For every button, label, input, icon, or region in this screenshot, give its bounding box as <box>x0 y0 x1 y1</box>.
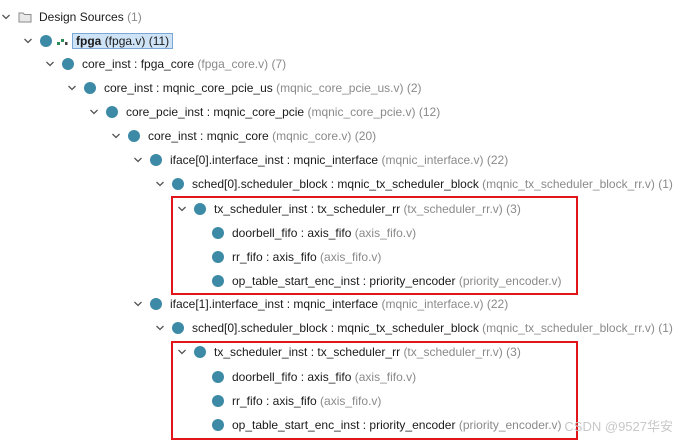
chevron-down-icon[interactable] <box>154 322 166 334</box>
node-file: (mqnic_tx_scheduler_block_rr.v) <box>482 321 655 335</box>
node-name: iface[1].interface_inst : mqnic_interfac… <box>170 297 379 311</box>
node-name: fpga <box>76 34 102 48</box>
module-icon <box>62 58 74 70</box>
node-file: (mqnic_core_pcie.v) <box>307 105 416 119</box>
tree-node[interactable]: core_inst : mqnic_core_pcie_us (mqnic_co… <box>66 77 422 99</box>
module-icon <box>84 82 96 94</box>
node-file: (mqnic_core.v) <box>272 129 352 143</box>
selected-top-module[interactable]: fpga (fpga.v) (11) <box>72 33 174 49</box>
node-file: (mqnic_interface.v) <box>381 297 484 311</box>
chevron-down-icon[interactable] <box>132 154 144 166</box>
chevron-down-icon[interactable] <box>22 35 34 47</box>
root-count: (1) <box>127 10 142 24</box>
module-icon <box>172 322 184 334</box>
node-count: (22) <box>486 297 509 311</box>
node-name: core_pcie_inst : mqnic_core_pcie <box>126 105 305 119</box>
chevron-down-icon[interactable] <box>44 58 56 70</box>
chevron-down-icon[interactable] <box>110 130 122 142</box>
node-name: sched[0].scheduler_block : mqnic_tx_sche… <box>192 177 479 191</box>
node-file: (fpga_core.v) <box>197 57 269 71</box>
watermark: CSDN @9527华安 <box>564 419 673 434</box>
node-count: (1) <box>658 177 673 191</box>
top-module-icon <box>56 35 68 47</box>
tree-root-design-sources[interactable]: Design Sources (1) <box>0 6 142 28</box>
node-count: (12) <box>418 105 441 119</box>
node-count: (20) <box>354 129 377 143</box>
node-count: (11) <box>148 34 170 48</box>
tree-node-fpga[interactable]: fpga (fpga.v) (11) <box>22 30 174 52</box>
module-icon <box>106 106 118 118</box>
module-icon <box>150 298 162 310</box>
node-count: (2) <box>406 81 422 95</box>
tree-node[interactable]: core_inst : fpga_core (fpga_core.v) (7) <box>44 53 286 75</box>
node-name: sched[0].scheduler_block : mqnic_tx_sche… <box>192 321 479 335</box>
chevron-down-icon[interactable] <box>88 106 100 118</box>
tree-node[interactable]: sched[0].scheduler_block : mqnic_tx_sche… <box>154 317 673 339</box>
tree-node[interactable]: sched[0].scheduler_block : mqnic_tx_sche… <box>154 173 673 195</box>
node-count: (7) <box>271 57 287 71</box>
node-count: (1) <box>658 321 673 335</box>
tree-node[interactable]: core_pcie_inst : mqnic_core_pcie (mqnic_… <box>88 101 440 123</box>
chevron-down-icon[interactable] <box>66 82 78 94</box>
node-file: (mqnic_core_pcie_us.v) <box>276 81 404 95</box>
chevron-down-icon[interactable] <box>0 11 12 23</box>
design-sources-tree: Design Sources (1) fpga (fpga.v) (11) co… <box>0 0 689 444</box>
node-name: iface[0].interface_inst : mqnic_interfac… <box>170 153 379 167</box>
highlight-box-2 <box>171 341 578 440</box>
tree-node[interactable]: core_inst : mqnic_core (mqnic_core.v) (2… <box>110 125 376 147</box>
module-icon <box>128 130 140 142</box>
module-icon <box>40 35 52 47</box>
tree-node[interactable]: iface[0].interface_inst : mqnic_interfac… <box>132 149 508 171</box>
chevron-down-icon[interactable] <box>132 298 144 310</box>
node-file: (fpga.v) <box>104 34 146 48</box>
root-label: Design Sources <box>39 10 124 24</box>
node-file: (mqnic_tx_scheduler_block_rr.v) <box>482 177 655 191</box>
node-name: core_inst : mqnic_core_pcie_us <box>104 81 273 95</box>
folder-icon <box>18 11 32 23</box>
module-icon <box>150 154 162 166</box>
node-count: (22) <box>486 153 509 167</box>
chevron-down-icon[interactable] <box>154 178 166 190</box>
node-name: core_inst : mqnic_core <box>148 129 269 143</box>
highlight-box-1 <box>171 196 578 295</box>
module-icon <box>172 178 184 190</box>
node-name: core_inst : fpga_core <box>82 57 195 71</box>
tree-node[interactable]: iface[1].interface_inst : mqnic_interfac… <box>132 293 508 315</box>
node-file: (mqnic_interface.v) <box>381 153 484 167</box>
